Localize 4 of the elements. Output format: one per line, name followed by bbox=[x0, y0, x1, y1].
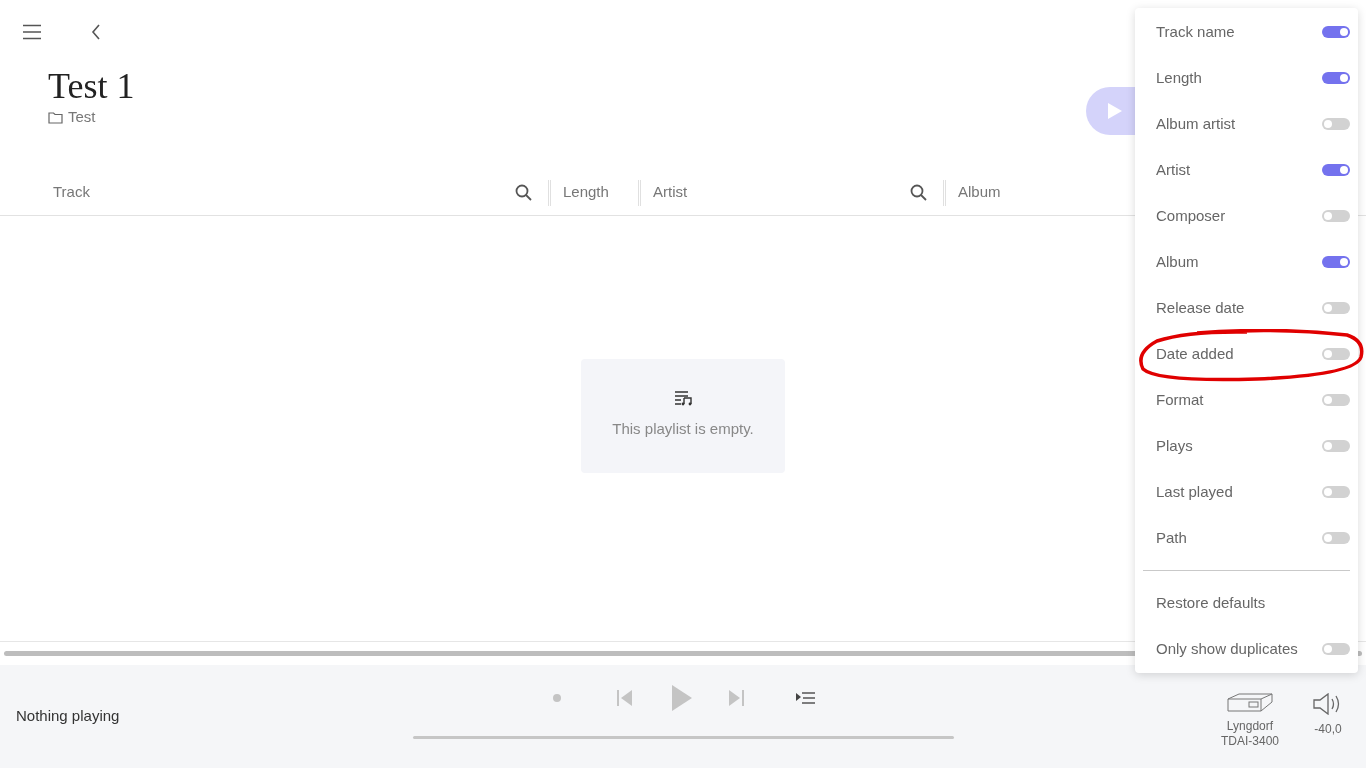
empty-message: This playlist is empty. bbox=[612, 418, 754, 439]
playlist-title: Test 1 bbox=[48, 65, 135, 108]
volume-level: -40,0 bbox=[1314, 721, 1342, 738]
now-playing: Nothing playing bbox=[16, 706, 120, 727]
